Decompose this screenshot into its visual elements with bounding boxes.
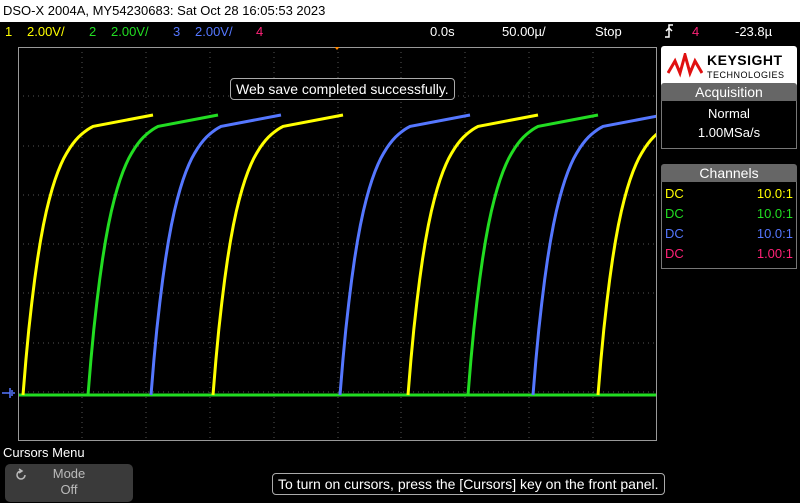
rotate-knob-icon	[16, 468, 26, 480]
menu-title: Cursors Menu	[3, 445, 85, 460]
message-toast: Web save completed successfully.	[230, 78, 455, 100]
trigger-edge-icon	[663, 23, 675, 42]
title-text: DSO-X 2004A, MY54230683: Sat Oct 28 16:0…	[3, 3, 326, 18]
time-delay[interactable]: 0.0s	[430, 24, 455, 39]
channel-row: DC 10.0:1	[665, 186, 793, 201]
sample-rate: 1.00MSa/s	[697, 125, 761, 140]
acquisition-mode: Normal	[708, 106, 750, 121]
status-bar: 1 2.00V/ 2 2.00V/ 3 2.00V/ 4 0.0s 50.00µ…	[0, 22, 800, 42]
ch4-number[interactable]: 4	[256, 24, 263, 39]
channels-box: DC 10.0:1 DC 10.0:1 DC 10.0:1 DC 1.00:1	[661, 182, 797, 269]
mode-softkey[interactable]: Mode Off	[5, 464, 133, 502]
brand-sub: TECHNOLOGIES	[707, 70, 785, 80]
keysight-wave-icon	[667, 53, 703, 78]
channels-header: Channels	[661, 164, 797, 182]
trigger-level[interactable]: -23.8µ	[735, 24, 772, 39]
acquisition-header: Acquisition	[661, 83, 797, 101]
ch1-scale[interactable]: 2.00V/	[27, 24, 65, 39]
waveform-display[interactable]	[18, 47, 657, 441]
ch3-scale[interactable]: 2.00V/	[195, 24, 233, 39]
channel-row: DC 10.0:1	[665, 206, 793, 221]
ground-marker-icon	[1, 385, 17, 406]
channel-row: DC 10.0:1	[665, 226, 793, 241]
keysight-logo: KEYSIGHT TECHNOLOGIES	[661, 46, 797, 88]
softkey-value: Off	[60, 482, 78, 497]
ch2-number[interactable]: 2	[89, 24, 96, 39]
ch2-scale[interactable]: 2.00V/	[111, 24, 149, 39]
trigger-channel[interactable]: 4	[692, 24, 699, 39]
right-panel: KEYSIGHT TECHNOLOGIES Acquisition Normal…	[659, 44, 800, 444]
run-state[interactable]: Stop	[595, 24, 622, 39]
ch3-number[interactable]: 3	[173, 24, 180, 39]
timebase[interactable]: 50.00µ/	[502, 24, 546, 39]
brand-name: KEYSIGHT	[707, 52, 783, 68]
ch1-number[interactable]: 1	[5, 24, 12, 39]
hint-message: To turn on cursors, press the [Cursors] …	[272, 473, 665, 495]
channel-row: DC 1.00:1	[665, 246, 793, 261]
acquisition-box: Normal 1.00MSa/s	[661, 101, 797, 149]
title-bar: DSO-X 2004A, MY54230683: Sat Oct 28 16:0…	[0, 0, 800, 22]
